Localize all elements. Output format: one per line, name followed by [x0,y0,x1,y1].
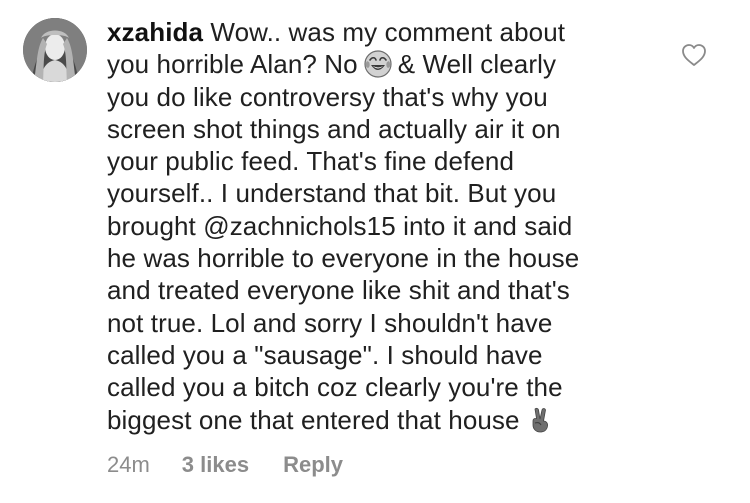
comment-line: you do like controversy that's why you [107,81,548,112]
comment-line: & Well clearly [397,49,557,80]
avatar-photo-icon [23,18,87,82]
comment-line: not true. Lol and sorry I shouldn't have [107,307,553,338]
comment-line: and treated everyone like shit and that'… [107,275,570,306]
comment-line: brought @zachnichols15 into it and said [107,210,573,241]
comment-line: yourself.. I understand that bit. But yo… [107,178,557,209]
likes-count-link[interactable]: 3 likes [182,451,249,479]
reply-button[interactable]: Reply [283,451,343,479]
comment-line: screen shot things and actually air it o… [107,113,561,144]
comment-line: you horrible Alan? No [107,49,358,80]
comment-meta: 24m 3 likes Reply [107,451,343,479]
comment-line: your public feed. That's fine defend [107,146,515,177]
comment-line: called you a bitch coz clearly you're th… [107,372,563,403]
victory-hand-icon [526,406,554,434]
timestamp: 24m [107,452,150,477]
comment-line: Wow.. was my comment about [210,17,566,47]
face-with-tears-of-joy-icon [364,50,392,78]
avatar[interactable] [23,18,87,82]
comment-line: called you a "sausage". I should have [107,339,543,370]
comment-line: he was horrible to everyone in the house [107,243,580,274]
heart-outline-icon[interactable] [681,43,707,67]
comment-line: biggest one that entered that house [107,404,520,435]
username-link[interactable]: xzahida [107,17,203,47]
comment-item: xzahida Wow.. was my comment about you h… [0,0,750,503]
comment-text: xzahida Wow.. was my comment about you h… [107,16,647,436]
